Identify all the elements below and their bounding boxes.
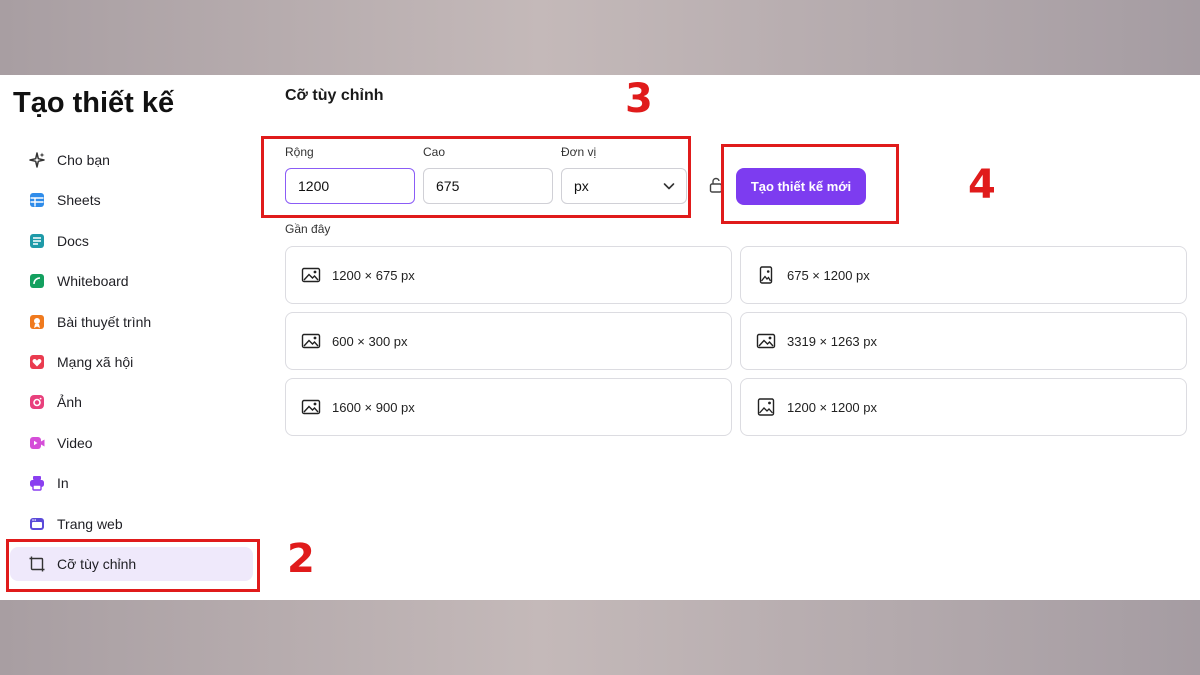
whiteboard-icon	[28, 272, 46, 290]
sidebar-item-sheets[interactable]: Sheets	[10, 183, 260, 217]
annotation-number-2: 2	[287, 536, 315, 582]
sidebar-item-label: Sheets	[57, 192, 101, 209]
recent-size-label: 3319 × 1263 px	[787, 333, 877, 349]
sidebar-item-label: Ảnh	[57, 394, 82, 411]
landscape-image-icon	[301, 398, 321, 416]
create-design-panel: Tạo thiết kế Cho bạn Sheets Docs Whitebo…	[0, 75, 1200, 600]
website-icon	[28, 515, 46, 533]
square-image-icon	[756, 398, 776, 416]
sidebar-item-label: Trang web	[57, 515, 123, 532]
annotation-box-step-3	[261, 136, 691, 218]
sidebar-item-label: Cho bạn	[57, 152, 110, 168]
recent-size-label: 1200 × 1200 px	[787, 399, 877, 415]
sidebar-item-label: Bài thuyết trình	[57, 313, 152, 330]
sidebar-item-presentation[interactable]: Bài thuyết trình	[10, 305, 260, 339]
sidebar-item-video[interactable]: Video	[10, 426, 260, 460]
recent-size-label: 600 × 300 px	[332, 333, 408, 349]
recent-size-card[interactable]: 3319 × 1263 px	[740, 312, 1187, 370]
section-title: Cỡ tùy chỉnh	[285, 87, 384, 104]
sidebar-item-label: Whiteboard	[57, 273, 129, 290]
landscape-image-icon	[301, 332, 321, 350]
sheets-icon	[28, 191, 46, 209]
recent-size-card[interactable]: 600 × 300 px	[285, 312, 732, 370]
sidebar-item-cho-ban[interactable]: Cho bạn	[10, 143, 260, 177]
video-icon	[28, 434, 46, 452]
sidebar-item-docs[interactable]: Docs	[10, 224, 260, 258]
annotation-box-step-4	[721, 144, 899, 224]
portrait-image-icon	[756, 266, 776, 284]
sidebar-item-label: Mạng xã hội	[57, 353, 134, 370]
camera-icon	[28, 393, 46, 411]
annotation-number-3: 3	[625, 76, 653, 122]
sidebar-item-print[interactable]: In	[10, 466, 260, 500]
recent-label: Gần đây	[285, 222, 331, 236]
recent-size-label: 675 × 1200 px	[787, 267, 870, 283]
sidebar: Cho bạn Sheets Docs Whiteboard Bài thuyế…	[10, 143, 260, 587]
page-title: Tạo thiết kế	[13, 87, 175, 119]
annotation-number-4: 4	[968, 162, 996, 208]
sidebar-item-photo[interactable]: Ảnh	[10, 385, 260, 419]
recent-size-card[interactable]: 675 × 1200 px	[740, 246, 1187, 304]
sidebar-item-label: Docs	[57, 232, 89, 249]
landscape-image-icon	[301, 266, 321, 284]
recent-size-label: 1200 × 675 px	[332, 267, 415, 283]
presentation-icon	[28, 313, 46, 331]
recent-size-card[interactable]: 1600 × 900 px	[285, 378, 732, 436]
sidebar-item-whiteboard[interactable]: Whiteboard	[10, 264, 260, 298]
docs-icon	[28, 232, 46, 250]
printer-icon	[28, 474, 46, 492]
recent-size-card[interactable]: 1200 × 1200 px	[740, 378, 1187, 436]
sidebar-item-label: In	[57, 475, 69, 492]
sparkle-icon	[28, 151, 46, 169]
recent-size-label: 1600 × 900 px	[332, 399, 415, 415]
sidebar-item-website[interactable]: Trang web	[10, 507, 260, 541]
heart-icon	[28, 353, 46, 371]
sidebar-item-social-media[interactable]: Mạng xã hội	[10, 345, 260, 379]
sidebar-item-label: Video	[57, 434, 93, 451]
annotation-box-step-2	[6, 539, 260, 592]
recent-size-card[interactable]: 1200 × 675 px	[285, 246, 732, 304]
landscape-image-icon	[756, 332, 776, 350]
